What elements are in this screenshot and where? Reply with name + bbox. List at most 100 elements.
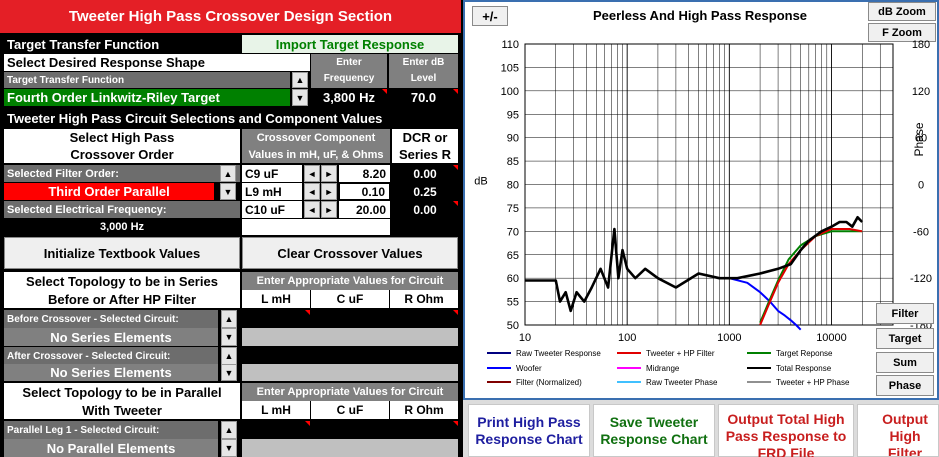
parallel-leg-label: Parallel Leg 1 - Selected Circuit:: [4, 421, 218, 439]
component-name: C10 uF: [242, 201, 302, 218]
comment-marker: [453, 201, 458, 206]
dcr-value-input[interactable]: 0.00: [392, 201, 458, 218]
before-crossover-dropdown[interactable]: No Series Elements: [4, 328, 218, 346]
component-value-input[interactable]: 20.00: [339, 201, 390, 218]
enter-values-header: Enter Appropriate Values for Circuit: [242, 272, 458, 290]
increment-icon[interactable]: ►: [321, 201, 337, 218]
component-value-input[interactable]: 8.20: [339, 165, 390, 182]
comment-marker: [305, 421, 310, 426]
y-tick-label: 105: [501, 62, 519, 74]
legend-entry: Woofer: [516, 364, 542, 373]
chevron-down-icon[interactable]: ▼: [221, 439, 237, 457]
selected-frequency-label: Selected Electrical Frequency:: [4, 201, 240, 218]
parallel-values-row: [242, 421, 458, 439]
crossover-designer-screen: Tweeter High Pass Crossover Design Secti…: [0, 0, 939, 457]
comment-marker: [453, 310, 458, 315]
clear-crossover-values-button[interactable]: Clear Crossover Values: [242, 237, 458, 269]
db-zoom-button[interactable]: dB Zoom: [868, 2, 936, 21]
print-response-chart-button[interactable]: Print High Pass Response Chart: [468, 404, 590, 457]
increment-icon[interactable]: ►: [321, 165, 337, 182]
chevron-down-icon[interactable]: ▼: [220, 183, 236, 200]
selected-frequency-value: 3,000 Hz: [4, 219, 240, 235]
legend-entry: Midrange: [646, 364, 680, 373]
parallel-values-row: [242, 439, 458, 457]
legend-entry: Tweeter + HP Phase: [776, 378, 850, 387]
col-c-header: C uF: [311, 401, 389, 419]
target-transfer-function-small: Target Transfer Function: [4, 72, 290, 88]
scroll-up-icon[interactable]: ▲: [221, 310, 237, 328]
component-name: L9 mH: [242, 183, 302, 200]
y-tick-label: 65: [507, 250, 519, 262]
target-response-dropdown[interactable]: Fourth Order Linkwitz-Riley Target: [4, 89, 290, 106]
col-c-header: C uF: [311, 290, 389, 308]
before-values-row: [242, 328, 458, 346]
output-filter-response-button[interactable]: Output High Filter Resp FRD F: [857, 404, 939, 457]
circuit-selections-header: Tweeter High Pass Circuit Selections and…: [4, 108, 458, 128]
x-tick-label: 100: [618, 332, 636, 344]
phase-toggle-button[interactable]: Phase: [876, 375, 934, 396]
series-line-woofer: [729, 277, 802, 331]
legend-entry: Target Reponse: [776, 349, 833, 358]
y2-tick-label: 120: [912, 86, 930, 98]
y-tick-label: 90: [507, 133, 519, 145]
component-name: C9 uF: [242, 165, 302, 182]
y-tick-label: 100: [501, 86, 519, 98]
increment-icon[interactable]: ►: [321, 183, 337, 200]
select-hp-order-line2: Crossover Order: [4, 146, 240, 163]
section-title: Tweeter High Pass Crossover Design Secti…: [0, 0, 461, 33]
comment-marker: [453, 89, 458, 94]
filter-order-dropdown[interactable]: Third Order Parallel: [4, 183, 214, 200]
col-r-header: R Ohm: [390, 290, 458, 308]
series-topology-line2: Before or After HP Filter: [4, 290, 240, 308]
scroll-up-icon[interactable]: ▲: [221, 347, 237, 365]
col-l-header: L mH: [242, 290, 310, 308]
dcr-value-input[interactable]: 0.00: [392, 165, 458, 182]
enter-db-header: Enter dB Level: [389, 54, 458, 88]
chevron-down-icon[interactable]: ▼: [221, 364, 237, 381]
comment-marker: [453, 165, 458, 170]
output-total-response-button[interactable]: Output Total High Pass Response to FRD F…: [718, 404, 854, 457]
import-target-response-button[interactable]: Import Target Response: [242, 35, 458, 53]
y2-axis-label: Phase: [912, 122, 926, 156]
target-transfer-function-label: Target Transfer Function: [4, 35, 240, 53]
legend-entry: Filter (Normalized): [516, 378, 582, 387]
empty-component-cell: [242, 219, 390, 235]
scroll-up-icon[interactable]: ▲: [292, 72, 308, 88]
series-line-tweeter-hp-filter: [759, 228, 863, 326]
save-response-chart-button[interactable]: Save Tweeter Response Chart: [593, 404, 715, 457]
x-tick-label: 10000: [816, 332, 847, 344]
decrement-icon[interactable]: ◄: [304, 201, 320, 218]
component-header-line2: Values in mH, uF, & Ohms: [242, 146, 390, 163]
y-tick-label: 55: [507, 297, 519, 309]
plus-minus-button[interactable]: +/-: [472, 6, 508, 26]
scroll-up-icon[interactable]: ▲: [221, 421, 237, 439]
db-level-input[interactable]: 70.0: [389, 89, 458, 106]
frequency-input[interactable]: 3,800 Hz: [311, 89, 387, 106]
target-toggle-button[interactable]: Target: [876, 328, 934, 349]
chevron-down-icon[interactable]: ▼: [221, 328, 237, 346]
legend-entry: Tweeter + HP Filter: [646, 349, 715, 358]
series-topology-line1: Select Topology to be in Series: [4, 272, 240, 290]
after-crossover-dropdown[interactable]: No Series Elements: [4, 364, 218, 381]
chevron-down-icon[interactable]: ▼: [292, 89, 308, 106]
filter-toggle-button[interactable]: Filter: [876, 303, 934, 324]
legend-entry: Total Response: [776, 364, 832, 373]
parallel-topology-line1: Select Topology to be in Parallel: [4, 383, 240, 401]
y-tick-label: 75: [507, 203, 519, 215]
initialize-textbook-values-button[interactable]: Initialize Textbook Values: [4, 237, 240, 269]
y2-tick-label: 180: [912, 40, 930, 51]
decrement-icon[interactable]: ◄: [304, 165, 320, 182]
sum-toggle-button[interactable]: Sum: [876, 352, 934, 373]
enter-frequency-header: Enter Frequency: [311, 54, 387, 88]
x-tick-label: 10: [519, 332, 531, 344]
y2-tick-label: 0: [918, 180, 924, 192]
after-values-row: [242, 347, 458, 364]
component-value-input[interactable]: 0.10: [339, 183, 390, 200]
response-chart: 50556065707580859095100105110-180-120-60…: [474, 40, 932, 387]
parallel-leg-dropdown[interactable]: No Parallel Elements: [4, 439, 218, 457]
dcr-value-input[interactable]: 0.25: [392, 183, 458, 200]
scroll-up-icon[interactable]: ▲: [220, 165, 236, 182]
comment-marker: [453, 421, 458, 426]
decrement-icon[interactable]: ◄: [304, 183, 320, 200]
x-tick-label: 1000: [717, 332, 741, 344]
